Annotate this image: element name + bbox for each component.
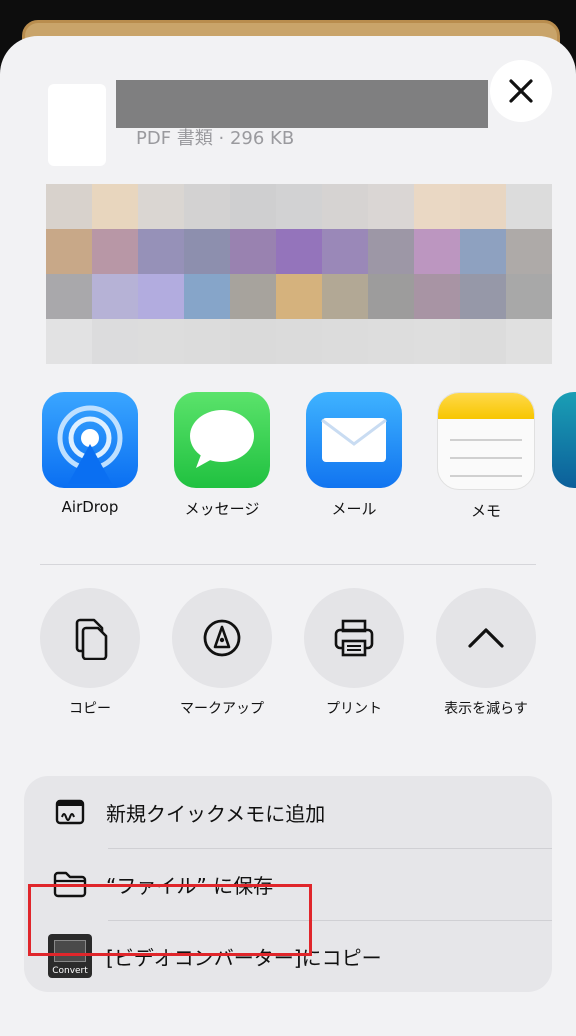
- app-mail[interactable]: メール: [288, 392, 420, 519]
- video-converter-icon-text: Convert: [52, 966, 88, 976]
- print-icon: [334, 619, 374, 657]
- action-label: 表示を減らす: [444, 701, 528, 717]
- notes-icon: [437, 392, 535, 490]
- close-icon: [509, 79, 533, 103]
- messages-icon: [174, 392, 270, 488]
- airdrop-icon: [42, 392, 138, 488]
- app-label: メモ: [470, 502, 501, 520]
- app-label: AirDrop: [61, 498, 119, 516]
- markup-icon: [203, 619, 241, 657]
- app-label: メール: [331, 500, 377, 518]
- app-label: メッセージ: [184, 500, 260, 518]
- highlight-save-to-files: [28, 884, 312, 956]
- section-divider: [40, 564, 536, 565]
- pixelated-preview: [46, 184, 552, 364]
- list-item-quick-note[interactable]: 新規クイックメモに追加: [24, 776, 552, 848]
- list-item-label: 新規クイックメモに追加: [106, 801, 326, 826]
- show-less-action[interactable]: 表示を減らす: [420, 588, 552, 718]
- app-partial-icon: [552, 392, 576, 488]
- close-button[interactable]: [490, 60, 552, 122]
- mail-icon: [306, 392, 402, 488]
- print-action[interactable]: プリント: [288, 588, 420, 718]
- action-label: コピー: [69, 701, 111, 717]
- app-airdrop[interactable]: AirDrop: [24, 392, 156, 516]
- document-thumbnail: [48, 84, 106, 166]
- markup-action[interactable]: マークアップ: [156, 588, 288, 718]
- document-meta: PDF 書類 · 296 KB: [136, 128, 295, 149]
- app-partial[interactable]: [552, 392, 576, 488]
- app-messages[interactable]: メッセージ: [156, 392, 288, 519]
- copy-icon: [75, 618, 108, 660]
- document-title-redacted: [116, 80, 488, 128]
- action-label: プリント: [326, 701, 382, 717]
- quick-note-icon: [55, 799, 85, 825]
- actions-row: コピー マークアップ プリント 表示を減らす: [0, 588, 576, 728]
- app-notes[interactable]: メモ: [420, 392, 552, 521]
- action-label: マークアップ: [180, 701, 264, 717]
- share-sheet: PDF 書類 · 296 KB AirDrop メッセージ メール メモ コピー…: [0, 36, 576, 1036]
- copy-action[interactable]: コピー: [24, 588, 156, 718]
- share-apps-row: AirDrop メッセージ メール メモ: [0, 392, 576, 532]
- chevron-up-icon: [468, 628, 504, 648]
